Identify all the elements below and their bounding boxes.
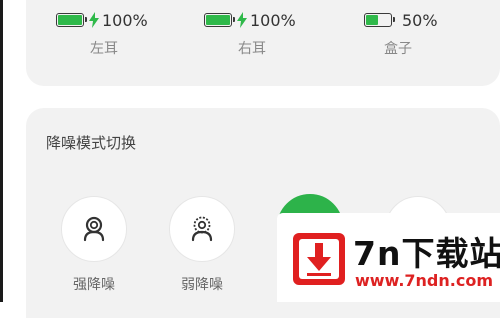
battery-icon [56,13,87,27]
watermark-url: www.7ndn.com [355,271,493,290]
battery-status-card: 100% 左耳 100% 右耳 50% 盒子 [26,0,500,86]
mode-weak-anc[interactable]: 弱降噪 [162,196,242,294]
mode-strong-anc-label: 强降噪 [73,277,115,293]
left-earbud-percent: 100% [102,10,148,30]
battery-fill [206,15,230,25]
watermark-title: 7n下载站 [353,234,500,273]
battery-fill [58,15,82,25]
mode-weak-anc-button[interactable] [169,196,235,262]
page-edge [0,0,3,302]
person-weak-anc-icon [191,216,213,242]
charging-bolt-icon [237,12,247,28]
case-status: 50% 盒子 [364,8,500,58]
battery-icon [364,13,395,27]
case-label: 盒子 [384,41,412,57]
left-earbud-label: 左耳 [90,41,118,57]
person-strong-anc-icon [83,216,105,242]
noise-mode-title: 降噪模式切换 [46,134,137,152]
charging-bolt-icon [89,12,99,28]
mode-strong-anc-button[interactable] [61,196,127,262]
left-earbud-status: 100% 左耳 [56,8,216,58]
right-earbud-status: 100% 右耳 [204,8,364,58]
mode-weak-anc-label: 弱降噪 [181,277,223,293]
battery-fill [366,15,378,25]
watermark-banner: 7n下载站 www.7ndn.com [277,213,500,302]
mode-strong-anc[interactable]: 强降噪 [54,196,134,294]
download-logo-icon [293,233,345,285]
battery-icon [204,13,235,27]
right-earbud-percent: 100% [250,10,296,30]
case-percent: 50% [402,10,438,30]
right-earbud-label: 右耳 [238,41,266,57]
